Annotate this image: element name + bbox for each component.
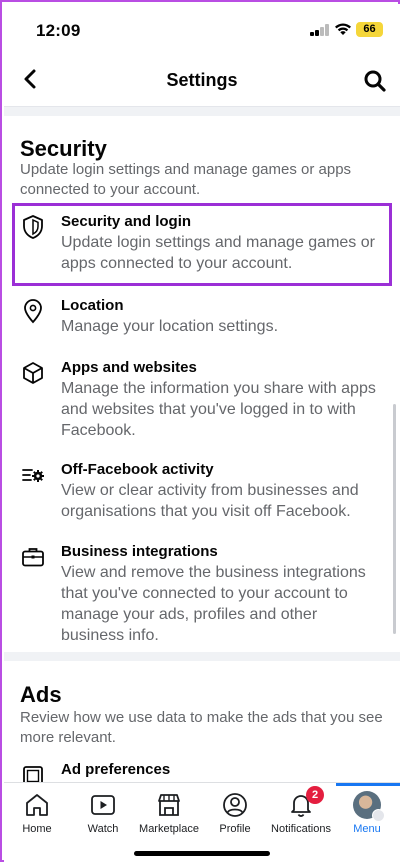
home-icon xyxy=(26,794,48,816)
tab-home-label: Home xyxy=(22,823,52,835)
active-tab-indicator xyxy=(336,783,400,786)
security-section-description: Update login settings and manage games o… xyxy=(20,161,352,198)
apps-and-websites-item[interactable]: Apps and websites Manage the information… xyxy=(12,358,392,444)
tab-notifications[interactable]: 2 Notifications xyxy=(268,786,334,843)
apps-and-websites-label: Apps and websites xyxy=(61,359,197,376)
top-header: Settings xyxy=(4,56,400,106)
screen: 12:09 66 Settings Security Update login … xyxy=(4,4,400,862)
tab-notifications-label: Notifications xyxy=(271,823,331,835)
ads-section-description: Review how we use data to make the ads t… xyxy=(20,709,383,746)
location-item[interactable]: Location Manage your location settings. xyxy=(12,296,392,340)
tab-watch[interactable]: Watch xyxy=(70,791,136,843)
bottom-tab-bar: Home Watch Marketplace Profile 2 Notific… xyxy=(4,782,400,862)
tab-menu-label: Menu xyxy=(353,823,381,835)
notification-badge: 2 xyxy=(306,786,324,804)
off-facebook-activity-item[interactable]: Off-Facebook activity View or clear acti… xyxy=(12,460,392,524)
ad-preferences-icon xyxy=(23,766,43,782)
signal-icon xyxy=(310,24,330,36)
location-label: Location xyxy=(61,297,124,314)
profile-icon xyxy=(223,793,247,817)
business-integrations-description: View and remove the business integration… xyxy=(61,564,366,644)
search-icon[interactable] xyxy=(362,68,388,94)
avatar-icon xyxy=(353,791,385,822)
tab-home[interactable]: Home xyxy=(4,791,70,843)
page-title: Settings xyxy=(166,70,238,90)
tab-marketplace-label: Marketplace xyxy=(139,823,199,835)
ads-section-title: Ads xyxy=(20,682,62,707)
ad-preferences-item[interactable]: Ad preferences xyxy=(12,760,392,782)
location-description: Manage your location settings. xyxy=(61,318,279,335)
business-integrations-item[interactable]: Business integrations View and remove th… xyxy=(12,542,392,648)
off-facebook-activity-description: View or clear activity from businesses a… xyxy=(61,482,359,520)
video-icon xyxy=(91,795,115,815)
ad-preferences-label: Ad preferences xyxy=(61,761,171,778)
battery-indicator: 66 xyxy=(356,22,383,37)
tab-menu[interactable]: Menu xyxy=(334,791,400,843)
status-bar: 12:09 66 xyxy=(4,4,400,56)
off-facebook-activity-label: Off-Facebook activity xyxy=(61,461,214,478)
briefcase-icon xyxy=(22,548,44,567)
business-integrations-label: Business integrations xyxy=(61,543,218,560)
status-time: 12:09 xyxy=(36,21,81,40)
section-divider xyxy=(4,652,400,661)
security-section-title: Security xyxy=(20,136,107,161)
home-indicator xyxy=(134,851,270,856)
apps-and-websites-description: Manage the information you share with ap… xyxy=(61,380,376,439)
section-divider xyxy=(4,106,400,116)
scrollbar[interactable] xyxy=(393,404,396,634)
tab-profile-label: Profile xyxy=(219,823,251,835)
shop-icon xyxy=(158,794,180,816)
cube-icon xyxy=(23,362,43,384)
wifi-icon xyxy=(335,23,351,35)
menu-lines-icon xyxy=(372,809,385,822)
highlight-box xyxy=(12,203,392,286)
activity-gear-icon xyxy=(22,469,44,482)
tab-marketplace[interactable]: Marketplace xyxy=(136,791,202,843)
location-pin-icon xyxy=(24,299,42,324)
tab-profile[interactable]: Profile xyxy=(202,791,268,843)
tab-watch-label: Watch xyxy=(87,823,119,835)
